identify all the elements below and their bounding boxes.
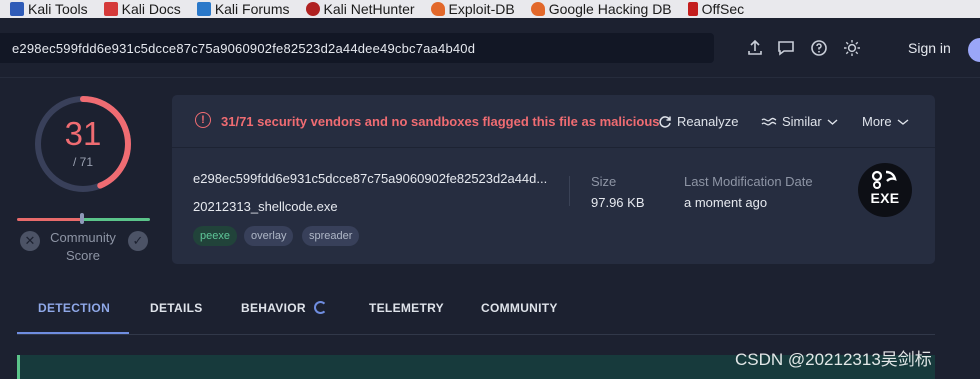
refresh-icon [659, 115, 671, 128]
csdn-watermark: CSDN @20212313吴剑标 [735, 350, 932, 369]
tag-overlay[interactable]: overlay [244, 226, 294, 246]
report-tabs: DETECTION DETAILS BEHAVIOR TELEMETRY COM… [17, 290, 935, 335]
score-detected: 31 [64, 115, 102, 152]
community-score-marker [80, 213, 84, 224]
kali-forums-icon [196, 2, 211, 16]
file-name: 20212313_shellcode.exe [193, 199, 338, 214]
tab-community[interactable]: COMMUNITY [481, 301, 558, 315]
comment-icon[interactable] [777, 39, 795, 57]
tab-behavior[interactable]: BEHAVIOR [241, 301, 306, 315]
vote-down-icon[interactable]: ✕ [20, 231, 40, 251]
bookmark-kali-docs[interactable]: Kali Docs [94, 0, 187, 18]
bookmark-kali-tools[interactable]: Kali Tools [0, 0, 94, 18]
kali-dragon-icon [10, 2, 24, 16]
nethunter-icon [305, 2, 320, 16]
tab-details[interactable]: DETAILS [150, 301, 203, 315]
help-icon[interactable] [810, 39, 828, 57]
tab-detection[interactable]: DETECTION [38, 301, 110, 315]
kali-docs-icon [103, 2, 118, 16]
bookmark-ghdb[interactable]: Google Hacking DB [521, 0, 678, 18]
bookmark-kali-nethunter[interactable]: Kali NetHunter [296, 0, 421, 18]
chevron-down-icon [897, 118, 909, 125]
tab-telemetry[interactable]: TELEMETRY [369, 301, 444, 315]
bookmark-offsec[interactable]: OffSec [678, 0, 751, 18]
score-total: / 71 [72, 155, 93, 169]
offsec-icon [687, 2, 698, 16]
size-value: 97.96 KB [591, 195, 645, 210]
meta-divider [569, 176, 570, 206]
active-tab-underline [17, 332, 129, 334]
community-score-label: Community Score [50, 230, 116, 263]
file-hash[interactable]: e298ec599fdd6e931c5dcce87c75a9060902fe82… [193, 171, 547, 186]
sign-in-link[interactable]: Sign in [908, 40, 951, 56]
bookmark-exploit-db[interactable]: Exploit-DB [421, 0, 521, 18]
tag-peexe[interactable]: peexe [193, 226, 237, 246]
similar-icon [761, 117, 777, 125]
exe-file-type-icon: EXE [858, 163, 912, 217]
gears-icon [871, 170, 897, 189]
top-header: e298ec599fdd6e931c5dcce87c75a9060902fe82… [0, 18, 980, 78]
exploit-db-icon [430, 2, 445, 16]
reanalyze-button[interactable]: Reanalyze [658, 114, 738, 129]
modified-label: Last Modification Date [684, 174, 813, 189]
alert-circle-icon: ! [195, 112, 211, 128]
modified-value: a moment ago [684, 195, 768, 210]
search-input[interactable]: e298ec599fdd6e931c5dcce87c75a9060902fe82… [0, 33, 714, 63]
upload-icon[interactable] [746, 39, 764, 57]
similar-dropdown[interactable]: Similar [761, 114, 838, 129]
bookmarks-bar: Kali Tools Kali Docs Kali Forums Kali Ne… [0, 0, 980, 18]
loading-spinner-icon [314, 301, 327, 314]
malicious-alert-text: 31/71 security vendors and no sandboxes … [221, 114, 660, 129]
file-summary-card: ! 31/71 security vendors and no sandboxe… [172, 95, 935, 264]
bookmark-kali-forums[interactable]: Kali Forums [187, 0, 296, 18]
signup-button[interactable] [968, 38, 980, 62]
alert-row: ! 31/71 security vendors and no sandboxe… [172, 95, 935, 148]
size-label: Size [591, 174, 617, 189]
more-dropdown[interactable]: More [862, 114, 909, 129]
ghdb-icon [530, 2, 545, 16]
vote-up-icon[interactable]: ✓ [128, 231, 148, 251]
chevron-down-icon [827, 118, 838, 125]
detection-score-ring: 31 / 71 [32, 93, 134, 195]
theme-sun-icon[interactable] [843, 39, 861, 57]
tag-spreader[interactable]: spreader [302, 226, 360, 246]
